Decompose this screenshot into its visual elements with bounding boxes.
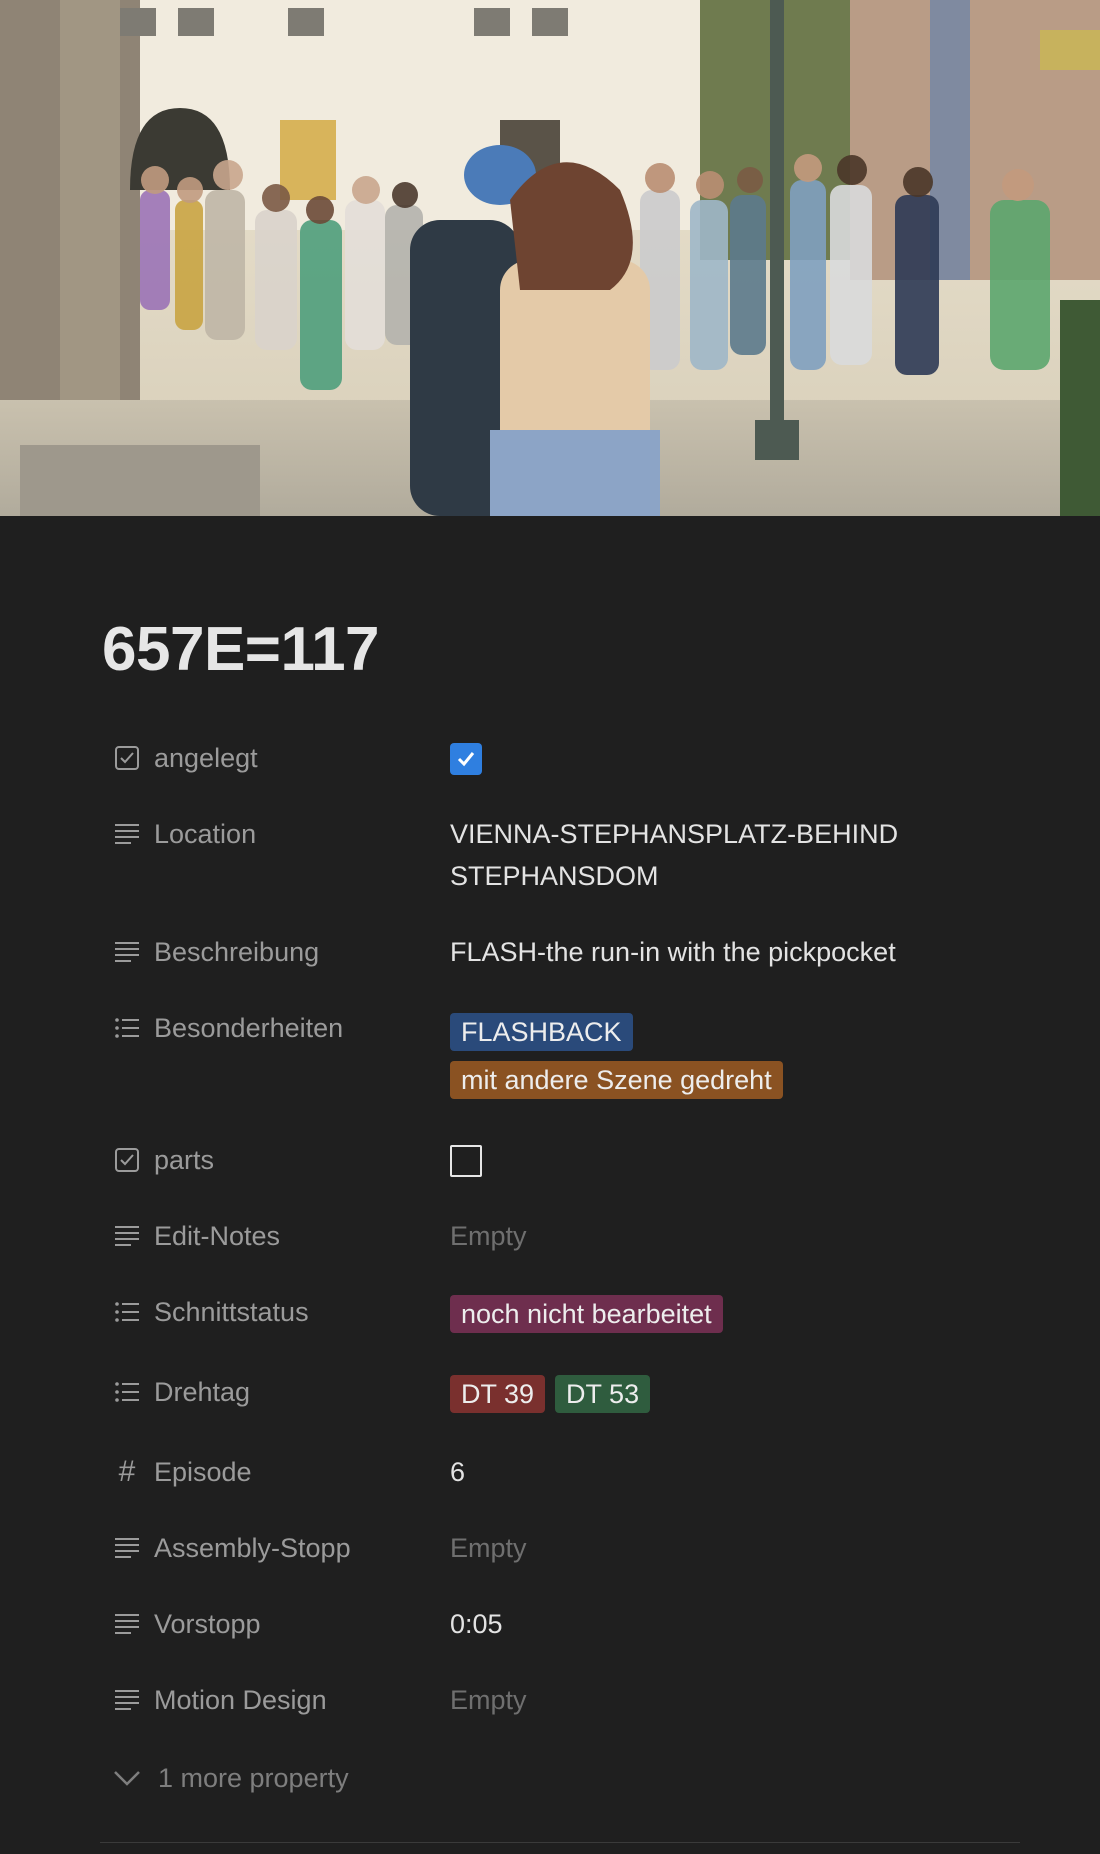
property-label: Vorstopp	[154, 1608, 261, 1639]
property-value[interactable]: FLASH-the run-in with the pickpocket	[450, 930, 1010, 975]
property-label: Episode	[154, 1456, 252, 1487]
property-label: Edit-Notes	[154, 1220, 281, 1251]
property-vorstopp: Vorstopp 0:05	[100, 1602, 1020, 1678]
property-beschreibung: Beschreibung FLASH-the run-in with the p…	[100, 930, 1020, 1006]
checkbox-icon	[112, 1145, 142, 1175]
page-cover-image[interactable]	[0, 0, 1100, 516]
property-edit-notes: Edit-Notes Empty	[100, 1214, 1020, 1290]
text-lines-icon	[112, 1685, 142, 1715]
text-lines-icon	[112, 937, 142, 967]
tag-dt-53[interactable]: DT 53	[555, 1375, 651, 1413]
text-lines-icon	[112, 1609, 142, 1639]
property-location: Location VIENNA-STEPHANSPLATZ-BEHIND STE…	[100, 812, 1020, 930]
list-icon	[112, 1013, 142, 1043]
properties-divider	[100, 1842, 1020, 1843]
property-key[interactable]: Beschreibung	[100, 930, 450, 974]
property-label: Besonderheiten	[154, 1012, 344, 1043]
property-angelegt: angelegt	[100, 736, 1020, 812]
text-lines-icon	[112, 1221, 142, 1251]
property-value[interactable]: 0:05	[450, 1602, 1010, 1647]
property-value[interactable]: FLASHBACK mit andere Szene gedreht	[450, 1006, 1010, 1107]
property-value-empty[interactable]: Empty	[450, 1678, 1010, 1723]
property-label: Assembly-Stopp	[154, 1532, 351, 1563]
property-key[interactable]: Vorstopp	[100, 1602, 450, 1646]
property-episode: # Episode 6	[100, 1450, 1020, 1526]
property-label: angelegt	[154, 742, 258, 773]
property-key[interactable]: Schnittstatus	[100, 1290, 450, 1334]
property-schnittstatus: Schnittstatus noch nicht bearbeitet	[100, 1290, 1020, 1370]
list-icon	[112, 1297, 142, 1327]
property-key[interactable]: Edit-Notes	[100, 1214, 450, 1258]
property-key[interactable]: parts	[100, 1138, 450, 1182]
property-value[interactable]	[450, 736, 1010, 782]
list-icon	[112, 1377, 142, 1407]
property-drehtag: Drehtag DT 39 DT 53	[100, 1370, 1020, 1450]
checkbox-unchecked[interactable]	[450, 1145, 482, 1177]
property-parts: parts	[100, 1138, 1020, 1214]
property-key[interactable]: angelegt	[100, 736, 450, 780]
text-lines-icon	[112, 819, 142, 849]
property-value[interactable]: noch nicht bearbeitet	[450, 1290, 1010, 1341]
property-motion-design: Motion Design Empty	[100, 1678, 1020, 1754]
checkbox-icon	[112, 743, 142, 773]
property-key[interactable]: Besonderheiten	[100, 1006, 450, 1050]
chevron-down-icon	[112, 1763, 142, 1793]
property-value-empty[interactable]: Empty	[450, 1526, 1010, 1571]
property-assembly-stopp: Assembly-Stopp Empty	[100, 1526, 1020, 1602]
property-key[interactable]: Assembly-Stopp	[100, 1526, 450, 1570]
cover-photo-street-scene	[0, 0, 1100, 516]
property-value-empty[interactable]: Empty	[450, 1214, 1010, 1259]
property-value[interactable]	[450, 1138, 1010, 1189]
checkbox-checked[interactable]	[450, 743, 482, 775]
property-value[interactable]: VIENNA-STEPHANSPLATZ-BEHIND STEPHANSDOM	[450, 812, 1010, 897]
checkmark-icon	[457, 752, 475, 767]
page-title[interactable]: 657E=117	[102, 614, 380, 686]
property-value[interactable]: DT 39 DT 53	[450, 1370, 1010, 1421]
property-key[interactable]: Motion Design	[100, 1678, 450, 1722]
property-key[interactable]: Location	[100, 812, 450, 856]
text-lines-icon	[112, 1533, 142, 1563]
page-body: 657E=117 angelegt Location VIENNA-STEPHA…	[0, 516, 1100, 1854]
tag-mit-andere-szene[interactable]: mit andere Szene gedreht	[450, 1061, 783, 1099]
property-key[interactable]: Drehtag	[100, 1370, 450, 1414]
tag-noch-nicht-bearbeitet[interactable]: noch nicht bearbeitet	[450, 1295, 723, 1333]
tag-dt-39[interactable]: DT 39	[450, 1375, 546, 1413]
more-properties-toggle[interactable]: 1 more property	[100, 1756, 349, 1800]
property-key[interactable]: # Episode	[100, 1450, 450, 1494]
property-besonderheiten: Besonderheiten FLASHBACK mit andere Szen…	[100, 1006, 1020, 1138]
properties-list: angelegt Location VIENNA-STEPHANSPLATZ-B…	[100, 736, 1020, 1754]
more-properties-label: 1 more property	[158, 1762, 349, 1793]
property-label: Drehtag	[154, 1376, 251, 1407]
property-label: Location	[154, 818, 257, 849]
property-value[interactable]: 6	[450, 1450, 1010, 1495]
property-label: Schnittstatus	[154, 1296, 309, 1327]
property-label: Motion Design	[154, 1684, 327, 1715]
tag-flashback[interactable]: FLASHBACK	[450, 1013, 633, 1051]
hash-icon: #	[118, 1455, 136, 1488]
property-label: Beschreibung	[154, 936, 320, 967]
property-label: parts	[154, 1144, 215, 1175]
